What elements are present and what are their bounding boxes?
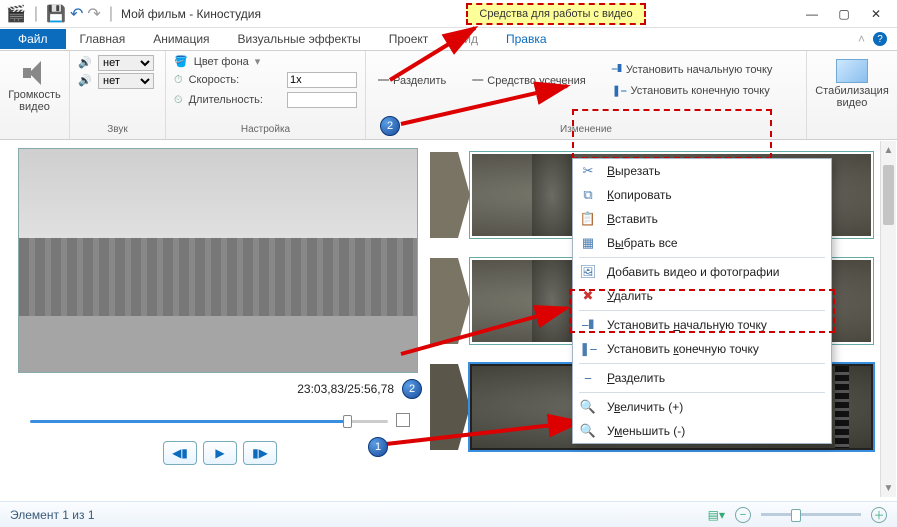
bgcolor-button[interactable]: 🪣 Цвет фона ▾ <box>174 55 357 68</box>
settings-group-label: Настройка <box>174 122 357 137</box>
video-volume-button[interactable]: Громкость видео <box>8 55 61 115</box>
speed-icon: ⏱ <box>174 74 183 87</box>
duration-icon: ⏲ <box>174 94 183 107</box>
menubar: Файл Главная Анимация Визуальные эффекты… <box>0 28 897 50</box>
app-icon: 🎬 <box>6 4 26 24</box>
annotation-badge-2-time: 2 <box>402 379 422 399</box>
zoom-slider[interactable] <box>761 513 861 516</box>
ctx-split[interactable]: ⎯Разделить <box>573 366 831 390</box>
split-icon: ⎯ <box>579 370 597 386</box>
paste-icon: 📋 <box>579 211 597 227</box>
zoom-out-icon: 🔍 <box>579 423 597 439</box>
tab-home[interactable]: Главная <box>66 29 140 49</box>
speaker-icon <box>21 61 49 85</box>
set-end-point-button[interactable]: ❚⎯Установить конечную точку <box>608 82 777 100</box>
end-point-icon: ❚⎯ <box>612 84 627 98</box>
delete-icon: ✖ <box>579 288 597 304</box>
window-title: Мой фильм - Киностудия <box>121 7 261 21</box>
tab-effects[interactable]: Визуальные эффекты <box>224 29 375 49</box>
scroll-down-icon[interactable]: ▼ <box>881 479 896 497</box>
select-all-icon: ▦ <box>579 235 597 251</box>
end-point-icon: ❚⎯ <box>579 341 597 357</box>
thumbnails-icon[interactable]: ▤▾ <box>708 508 725 522</box>
annotation-badge-2-ribbon: 2 <box>380 116 400 136</box>
ribbon-collapse-icon[interactable]: ˄ <box>858 32 865 46</box>
stabilize-button[interactable]: Стабилизация видео <box>815 55 889 111</box>
scroll-up-icon[interactable]: ▲ <box>881 141 896 159</box>
ctx-zoom-in[interactable]: 🔍Увеличить (+) <box>573 395 831 419</box>
undo-icon[interactable]: ↶ <box>70 4 83 24</box>
start-point-icon: ⎯❚ <box>579 317 597 333</box>
duration-input[interactable] <box>287 92 357 108</box>
ctx-copy[interactable]: ⧉Копировать <box>573 183 831 207</box>
trim-icon: ⎯⎯ <box>472 74 483 87</box>
zoom-out-btn[interactable]: − <box>735 507 751 523</box>
redo-icon[interactable]: ↷ <box>87 4 100 24</box>
start-point-icon: ⎯❚ <box>612 63 622 76</box>
trim-tool-button[interactable]: ⎯⎯Средство усечения <box>468 61 589 100</box>
speed-input[interactable] <box>287 72 357 88</box>
preview-time: 23:03,83/25:56,78 <box>297 382 394 396</box>
minimize-button[interactable]: — <box>797 3 827 25</box>
tab-view[interactable]: Вид <box>442 29 492 49</box>
ctx-zoom-out[interactable]: 🔍Уменьшить (-) <box>573 419 831 443</box>
ctx-select-all[interactable]: ▦Выбрать все <box>573 231 831 255</box>
stabilize-icon <box>832 57 872 85</box>
changes-group-label: Изменение <box>374 122 798 137</box>
paint-bucket-icon: 🪣 <box>174 55 188 68</box>
set-start-point-button[interactable]: ⎯❚Установить начальную точку <box>608 61 777 78</box>
ctx-cut[interactable]: ✂ВВырезатьырезать <box>573 159 831 183</box>
statusbar: Элемент 1 из 1 ▤▾ − ＋ <box>0 501 897 527</box>
prev-frame-button[interactable]: ◀▮ <box>163 441 197 465</box>
copy-icon: ⧉ <box>579 187 597 203</box>
fadeout-select[interactable]: нет <box>98 73 154 89</box>
ctx-set-end-point[interactable]: ❚⎯Установить конечную точку <box>573 337 831 361</box>
tab-file[interactable]: Файл <box>0 29 66 49</box>
ctx-add-media[interactable]: 🖼Добавить видео и фотографии <box>573 260 831 284</box>
add-media-icon: 🖼 <box>579 264 597 280</box>
preview-video[interactable] <box>18 148 418 373</box>
split-button[interactable]: ⎯⎯Разделить <box>374 61 450 100</box>
titlebar: 🎬 | 💾 ↶ ↷ | Мой фильм - Киностудия — ▢ ✕ <box>0 0 897 28</box>
callout-video-tools: Средства для работы с видео <box>466 3 646 25</box>
zoom-in-btn[interactable]: ＋ <box>871 507 887 523</box>
status-text: Элемент 1 из 1 <box>10 508 95 522</box>
preview-pane: 23:03,83/25:56,78 2 ◀▮ ▶ ▮▶ <box>0 140 430 480</box>
help-icon[interactable]: ? <box>873 32 887 46</box>
context-menu: ✂ВВырезатьырезать ⧉Копировать 📋Вставить … <box>572 158 832 444</box>
tab-edit[interactable]: Правка <box>492 29 561 49</box>
close-button[interactable]: ✕ <box>861 3 891 25</box>
maximize-button[interactable]: ▢ <box>829 3 859 25</box>
tab-animation[interactable]: Анимация <box>139 29 223 49</box>
vertical-scrollbar[interactable]: ▲ ▼ <box>880 141 896 497</box>
next-frame-button[interactable]: ▮▶ <box>243 441 277 465</box>
tab-project[interactable]: Проект <box>375 29 443 49</box>
save-icon[interactable]: 💾 <box>46 4 66 24</box>
fadein-icon: 🔊 <box>78 56 94 70</box>
ctx-set-start-point[interactable]: ⎯❚Установить начальную точку <box>573 313 831 337</box>
fullscreen-icon[interactable] <box>396 413 410 427</box>
fadeout-icon: 🔊 <box>78 74 94 88</box>
sound-group-label: Звук <box>78 122 157 137</box>
ctx-paste[interactable]: 📋Вставить <box>573 207 831 231</box>
ribbon: Громкость видео 🔊 нет 🔊 нет Звук 🪣 Цвет … <box>0 50 897 140</box>
annotation-badge-1: 1 <box>368 437 388 457</box>
split-icon: ⎯⎯ <box>378 74 389 87</box>
play-button[interactable]: ▶ <box>203 441 237 465</box>
zoom-in-icon: 🔍 <box>579 399 597 415</box>
scissors-icon: ✂ <box>579 163 597 179</box>
ctx-delete[interactable]: ✖Удалить <box>573 284 831 308</box>
fadein-select[interactable]: нет <box>98 55 154 71</box>
